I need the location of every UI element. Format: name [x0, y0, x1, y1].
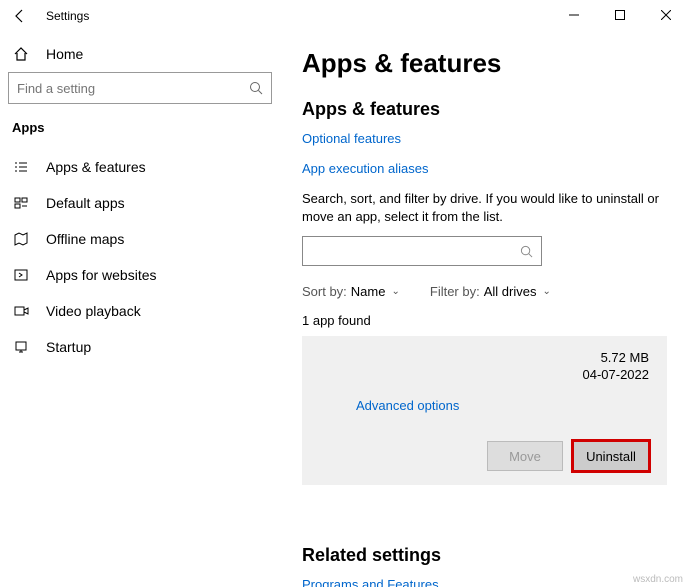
close-button[interactable] [643, 0, 689, 30]
sidebar-item-video-playback[interactable]: Video playback [8, 293, 272, 329]
settings-search[interactable] [8, 72, 272, 104]
app-entry[interactable]: 5.72 MB 04-07-2022 Advanced options Move… [302, 336, 667, 485]
sort-label: Sort by: [302, 284, 347, 299]
apps-search[interactable] [302, 236, 542, 266]
page-title: Apps & features [302, 48, 667, 79]
sort-by-dropdown[interactable]: Sort by: Name ⌄ [302, 284, 400, 299]
sidebar-item-label: Default apps [46, 195, 125, 211]
websites-icon [12, 267, 30, 283]
link-app-execution-aliases[interactable]: App execution aliases [302, 161, 428, 176]
maximize-icon [615, 10, 625, 20]
map-icon [12, 231, 30, 247]
filter-by-dropdown[interactable]: Filter by: All drives ⌄ [430, 284, 551, 299]
chevron-down-icon: ⌄ [542, 286, 550, 297]
chevron-down-icon: ⌄ [391, 286, 399, 297]
move-button: Move [487, 441, 563, 471]
sidebar-item-default-apps[interactable]: Default apps [8, 185, 272, 221]
sidebar-item-label: Apps & features [46, 159, 146, 175]
app-size: 5.72 MB [601, 350, 649, 365]
filter-label: Filter by: [430, 284, 480, 299]
section-heading: Apps & features [302, 99, 667, 120]
sidebar-item-apps-features[interactable]: Apps & features [8, 149, 272, 185]
back-button[interactable] [8, 4, 32, 28]
close-icon [661, 10, 671, 20]
sidebar-item-startup[interactable]: Startup [8, 329, 272, 365]
sidebar-item-label: Offline maps [46, 231, 124, 247]
settings-search-input[interactable] [17, 81, 249, 96]
nav-home[interactable]: Home [8, 40, 272, 72]
list-icon [12, 159, 30, 175]
sort-value: Name [351, 284, 386, 299]
sidebar: Home Apps Apps & features Default apps O… [0, 32, 280, 587]
link-advanced-options[interactable]: Advanced options [356, 398, 459, 413]
sidebar-item-offline-maps[interactable]: Offline maps [8, 221, 272, 257]
section-description: Search, sort, and filter by drive. If yo… [302, 190, 667, 226]
filter-value: All drives [484, 284, 537, 299]
app-count: 1 app found [302, 313, 667, 328]
link-programs-and-features[interactable]: Programs and Features [302, 577, 439, 587]
sidebar-item-label: Startup [46, 339, 91, 355]
main-content: Apps & features Apps & features Optional… [280, 32, 689, 587]
minimize-icon [569, 10, 579, 20]
sidebar-item-label: Apps for websites [46, 267, 157, 283]
nav-home-label: Home [46, 46, 83, 62]
related-heading: Related settings [302, 545, 667, 566]
watermark: wsxdn.com [633, 574, 683, 585]
window-title: Settings [46, 9, 89, 23]
startup-icon [12, 339, 30, 355]
arrow-left-icon [12, 8, 28, 24]
home-icon [12, 46, 30, 62]
video-icon [12, 303, 30, 319]
link-optional-features[interactable]: Optional features [302, 131, 401, 146]
sidebar-section-label: Apps [12, 120, 272, 135]
search-icon [520, 245, 533, 258]
search-icon [249, 81, 263, 95]
app-date: 04-07-2022 [583, 367, 650, 382]
sidebar-item-apps-for-websites[interactable]: Apps for websites [8, 257, 272, 293]
minimize-button[interactable] [551, 0, 597, 30]
apps-search-input[interactable] [311, 244, 520, 259]
sidebar-item-label: Video playback [46, 303, 141, 319]
uninstall-button[interactable]: Uninstall [573, 441, 649, 471]
maximize-button[interactable] [597, 0, 643, 30]
defaults-icon [12, 195, 30, 211]
